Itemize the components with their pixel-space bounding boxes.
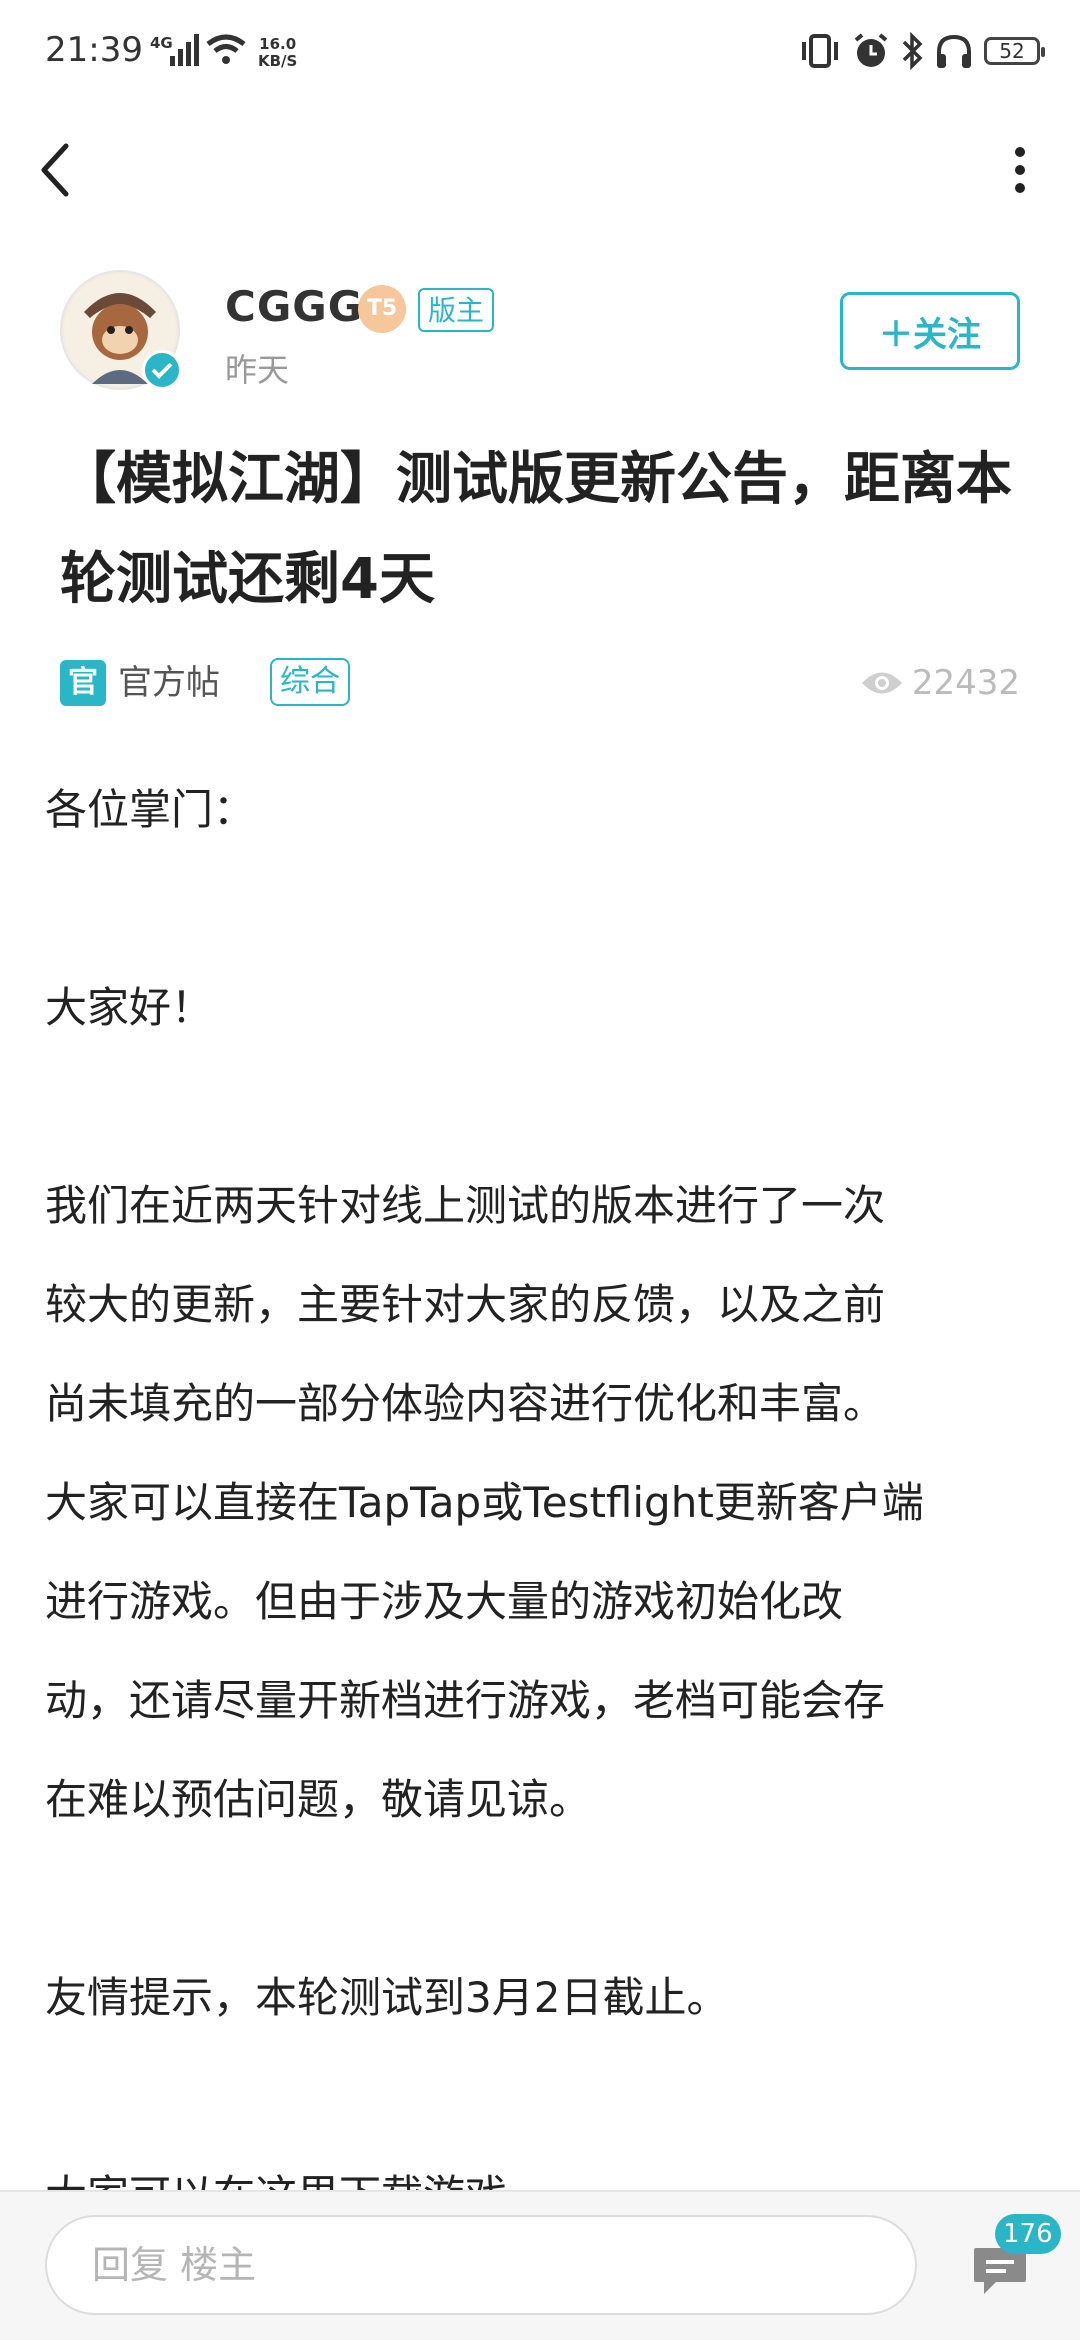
wifi-icon bbox=[206, 34, 246, 64]
post-page: 21:39 4G 16.0 KB/S 52 CGGG T5 版主 昨天 ＋关注 … bbox=[0, 0, 1080, 2340]
body-line: 在难以预估问题，敬请见谅。 bbox=[45, 1775, 592, 1824]
view-count-value: 22432 bbox=[911, 663, 1020, 703]
signal-icon bbox=[170, 34, 199, 66]
more-dot-icon bbox=[1015, 165, 1025, 175]
greeting-text: 各位掌门： bbox=[45, 785, 256, 834]
reply-input[interactable]: 回复 楼主 bbox=[45, 2215, 917, 2315]
body-line: 大家可以直接在TapTap或Testflight更新客户端 bbox=[45, 1478, 924, 1527]
vibrate-icon bbox=[802, 34, 838, 68]
author-avatar[interactable] bbox=[60, 270, 182, 390]
status-icons: 52 bbox=[798, 32, 1045, 70]
body-line: 尚未填充的一部分体验内容进行优化和丰富。 bbox=[45, 1379, 886, 1428]
verified-badge-icon bbox=[142, 350, 182, 390]
body-line: 动，还请尽量开新档进行游戏，老档可能会存 bbox=[45, 1676, 886, 1725]
follow-button[interactable]: ＋关注 bbox=[840, 292, 1020, 370]
view-count: 22432 bbox=[860, 660, 1020, 706]
body-line: 较大的更新，主要针对大家的反馈，以及之前 bbox=[45, 1280, 886, 1329]
status-bar: 21:39 4G 16.0 KB/S 52 bbox=[0, 0, 1080, 110]
post-title: 【模拟江湖】测试版更新公告，距离本轮测试还剩4天 bbox=[60, 447, 1012, 612]
alarm-icon bbox=[854, 33, 888, 67]
level-badge: T5 bbox=[358, 285, 406, 333]
bottom-reply-bar: 回复 楼主 176 bbox=[0, 2190, 1080, 2340]
battery-indicator: 52 bbox=[984, 37, 1045, 65]
author-name[interactable]: CGGG bbox=[225, 282, 363, 331]
network-speed: 16.0 KB/S bbox=[258, 36, 297, 70]
bluetooth-icon bbox=[902, 32, 923, 70]
back-button[interactable] bbox=[38, 135, 98, 205]
more-options-button[interactable] bbox=[1000, 135, 1040, 205]
speed-value: 16.0 bbox=[259, 35, 297, 53]
moderator-badge: 版主 bbox=[418, 288, 495, 332]
more-dot-icon bbox=[1015, 147, 1025, 157]
status-time: 21:39 bbox=[45, 30, 143, 70]
comment-count-badge: 176 bbox=[995, 2214, 1061, 2254]
eye-icon bbox=[861, 672, 902, 694]
back-arrow-icon bbox=[41, 143, 69, 197]
hello-text: 大家好！ bbox=[45, 983, 214, 1032]
reminder-text: 友情提示，本轮测试到3月2日截止。 bbox=[45, 1973, 729, 2022]
more-dot-icon bbox=[1015, 183, 1025, 193]
body-line: 进行游戏。但由于涉及大量的游戏初始化改 bbox=[45, 1577, 844, 1626]
headphones-icon bbox=[937, 34, 971, 68]
category-tag[interactable]: 综合 bbox=[270, 658, 350, 706]
official-icon: 官 bbox=[60, 660, 106, 706]
official-post-label: 官方帖 bbox=[118, 663, 220, 703]
post-time: 昨天 bbox=[225, 351, 290, 389]
post-body: 各位掌门： 大家好！ 我们在近两天针对线上测试的版本进行了一次 较大的更新，主要… bbox=[45, 760, 1035, 2245]
speed-unit: KB/S bbox=[258, 52, 298, 70]
body-line: 我们在近两天针对线上测试的版本进行了一次 bbox=[45, 1181, 886, 1230]
